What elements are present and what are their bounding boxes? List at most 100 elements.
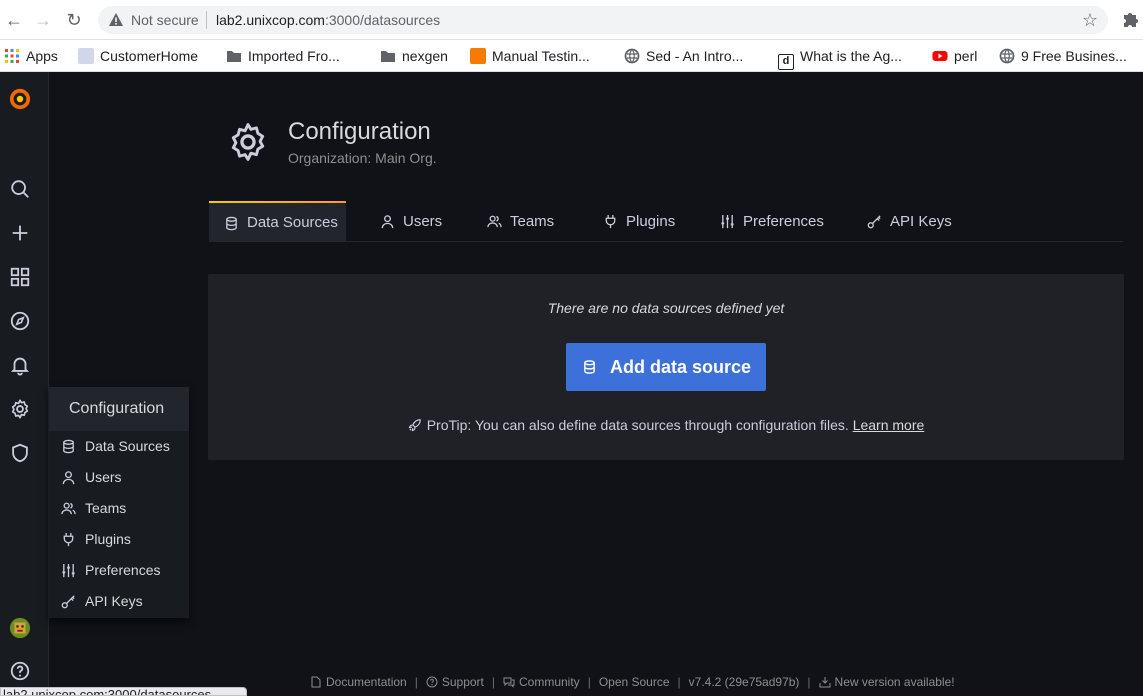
tab-label: API Keys (890, 213, 952, 230)
page-subtitle: Organization: Main Org. (288, 150, 437, 166)
empty-list-panel: There are no data sources defined yet Ad… (208, 274, 1124, 460)
side-menu (0, 72, 49, 696)
plug-icon (63, 532, 74, 547)
bookmark-sed[interactable]: Sed - An Intro... (624, 46, 743, 66)
url-path: :3000/datasources (324, 12, 441, 28)
bookmark-label: CustomerHome (100, 48, 199, 64)
url-text: lab2.unixcop.com:3000/datasources (216, 12, 440, 28)
footer: Documentation | Support | Community | Open Sou… (310, 675, 1010, 691)
explore-compass-icon[interactable] (6, 307, 34, 335)
users-icon (487, 215, 502, 228)
extension-icon[interactable] (1121, 10, 1139, 30)
footer-documentation-link[interactable]: Documentation (310, 675, 407, 689)
footer-documentation-label: Documentation (326, 675, 407, 689)
footer-open-source-link[interactable]: Open Source (599, 675, 670, 689)
tab-teams[interactable]: Teams (472, 201, 554, 242)
learn-more-link[interactable]: Learn more (853, 417, 925, 433)
reload-icon[interactable]: ↻ (62, 8, 86, 32)
user-icon (62, 471, 75, 485)
bookmark-perl[interactable]: perl (932, 46, 977, 66)
bookmark-customerhome[interactable]: CustomerHome (78, 46, 198, 66)
footer-community-link[interactable]: Community (503, 675, 580, 689)
user-icon (381, 215, 394, 229)
footer-new-version-link[interactable]: New version available! (819, 675, 955, 689)
key-icon (867, 215, 881, 229)
alerting-bell-icon[interactable] (6, 351, 34, 379)
footer-separator: | (677, 675, 681, 689)
bookmark-folder-imported[interactable]: Imported Fro... (226, 46, 340, 66)
flyout-item-plugins[interactable]: Plugins (49, 524, 189, 555)
configuration-gear-icon[interactable] (6, 395, 34, 423)
customerhome-favicon (78, 48, 94, 64)
create-plus-icon[interactable] (6, 219, 34, 247)
protip-text: ProTip: You can also define data sources… (426, 417, 849, 433)
help-icon[interactable] (6, 657, 34, 685)
bookmark-what-is[interactable]: d What is the Ag... (778, 46, 902, 70)
footer-separator: | (587, 675, 591, 689)
tabs-divider (209, 241, 1123, 242)
server-admin-shield-icon[interactable] (6, 439, 34, 467)
browser-toolbar: ← → ↻ Not secure lab2.unixcop.com:3000/d… (0, 0, 1143, 40)
warning-icon (109, 13, 123, 26)
bookmark-label: 9 Free Busines... (1021, 48, 1127, 64)
configuration-gear-icon (231, 123, 265, 161)
grafana-logo-icon[interactable] (6, 85, 34, 113)
security-label: Not secure (131, 12, 199, 28)
tab-data-sources[interactable]: Data Sources (209, 201, 346, 242)
bookmark-star-icon[interactable]: ☆ (1082, 10, 1098, 31)
add-data-source-label: Add data source (610, 357, 752, 377)
url-divider (206, 11, 207, 29)
folder-icon (227, 51, 241, 62)
flyout-item-preferences[interactable]: Preferences (49, 555, 189, 586)
avatar[interactable] (6, 614, 34, 642)
bookmark-label: Imported Fro... (248, 48, 340, 64)
tab-users[interactable]: Users (365, 201, 442, 242)
forward-icon[interactable]: → (31, 8, 55, 32)
bookmark-free-business[interactable]: 9 Free Busines... (999, 46, 1127, 66)
bookmark-manual-testing[interactable]: Manual Testin... (470, 46, 590, 66)
database-icon (226, 216, 237, 231)
address-bar[interactable]: Not secure lab2.unixcop.com:3000/datasou… (98, 6, 1108, 34)
tab-label: Preferences (743, 213, 824, 230)
add-data-source-button[interactable]: Add data source (566, 343, 766, 391)
tab-preferences[interactable]: Preferences (705, 201, 824, 242)
flyout-item-api-keys[interactable]: API Keys (49, 586, 189, 617)
tab-plugins[interactable]: Plugins (588, 201, 675, 242)
bookmark-folder-nexgen[interactable]: nexgen (380, 46, 448, 66)
page-title: Configuration (288, 118, 431, 145)
flyout-item-label: Plugins (85, 531, 131, 547)
configuration-flyout-menu: Configuration Data Sources Users Teams P… (49, 387, 189, 618)
browser-status-bar: lab2.unixcop.com:3000/datasources (0, 687, 247, 696)
rocket-icon (408, 419, 421, 432)
database-icon (584, 360, 595, 374)
tab-label: Teams (510, 213, 555, 230)
footer-separator: | (807, 675, 811, 689)
sliders-icon (62, 563, 75, 578)
flyout-item-data-sources[interactable]: Data Sources (49, 431, 189, 462)
flyout-item-label: Preferences (85, 562, 161, 578)
apps-grid-icon (5, 49, 19, 63)
back-icon[interactable]: ← (2, 8, 26, 32)
search-icon[interactable] (6, 175, 34, 203)
footer-support-link[interactable]: Support (426, 675, 484, 689)
tab-api-keys[interactable]: API Keys (852, 201, 952, 242)
bookmark-apps[interactable]: Apps (4, 46, 58, 66)
download-icon (819, 677, 831, 688)
bookmarks-bar: Apps CustomerHome Imported Fro... nexgen… (0, 40, 1143, 72)
globe-icon (624, 48, 640, 64)
tab-label: Data Sources (247, 214, 338, 231)
flyout-item-label: Users (85, 469, 122, 485)
flyout-item-teams[interactable]: Teams (49, 493, 189, 524)
bookmark-label: nexgen (402, 48, 448, 64)
footer-separator: | (414, 675, 418, 689)
flyout-item-users[interactable]: Users (49, 462, 189, 493)
plug-icon (605, 214, 616, 229)
tab-label: Plugins (626, 213, 676, 230)
bookmark-label: Apps (26, 48, 58, 64)
question-circle-icon (426, 676, 438, 688)
footer-community-label: Community (519, 675, 580, 689)
sliders-icon (721, 214, 734, 229)
flyout-title[interactable]: Configuration (49, 387, 189, 431)
dashboards-grid-icon[interactable] (6, 263, 34, 291)
d-favicon-icon: d (778, 54, 794, 70)
